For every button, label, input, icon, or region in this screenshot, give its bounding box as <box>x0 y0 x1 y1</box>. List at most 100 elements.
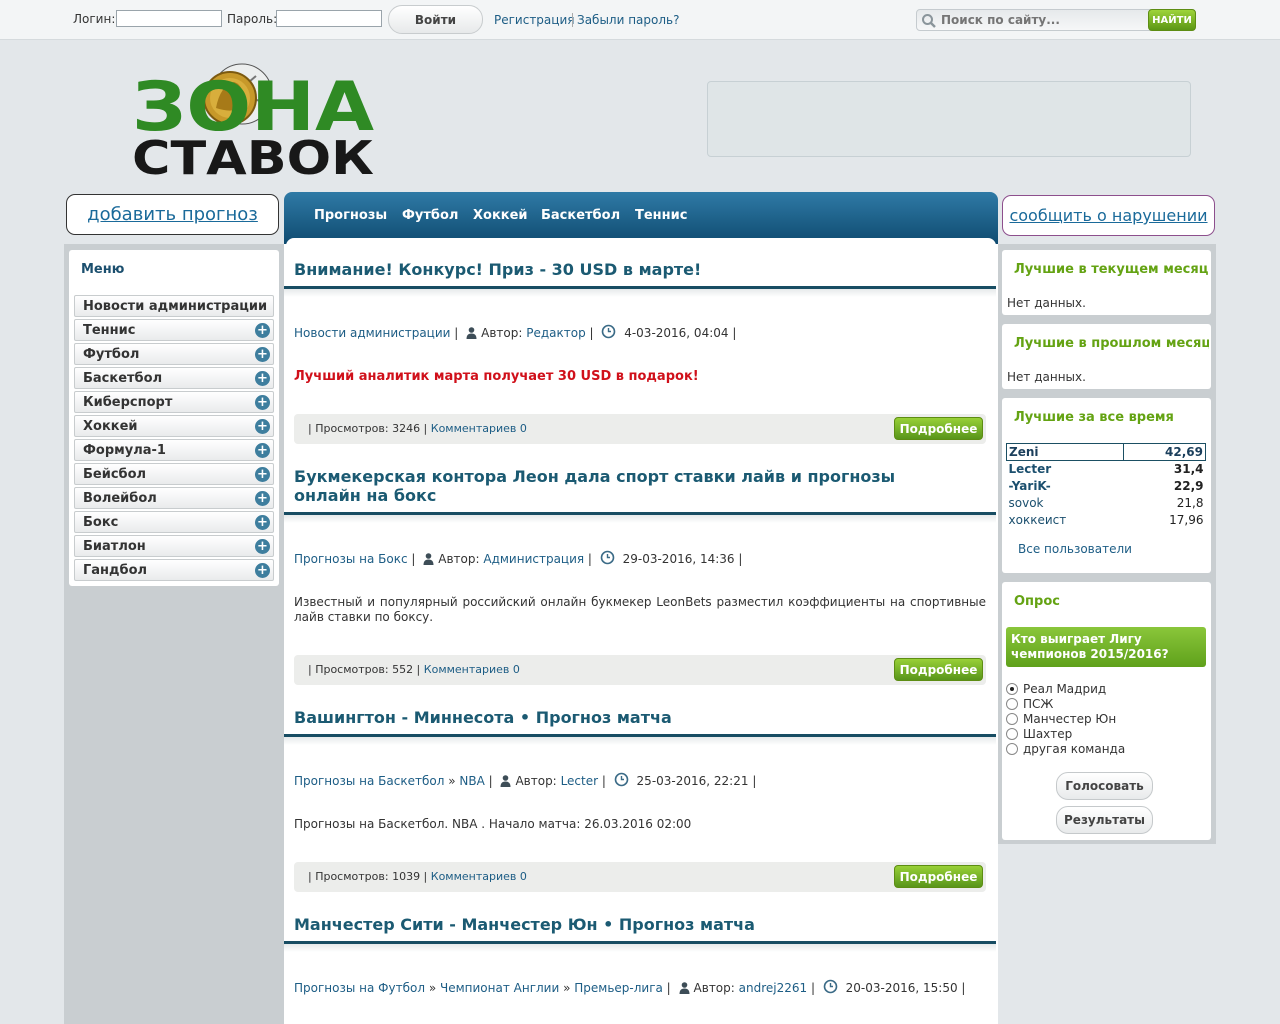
register-link[interactable]: Регистрация <box>494 13 574 27</box>
read-more-button[interactable]: Подробнее <box>894 658 983 681</box>
nav-football[interactable]: Футбол <box>402 208 458 223</box>
menu-item-biathlon[interactable]: Биатлон + <box>74 535 274 557</box>
menu-item-basketball[interactable]: Баскетбол + <box>74 367 274 389</box>
menu-item-football[interactable]: Футбол + <box>74 343 274 365</box>
post-category-link[interactable]: Прогнозы на Баскетбол <box>294 774 444 788</box>
post-title[interactable]: Манчестер Сити - Манчестер Юн • Прогноз … <box>294 915 984 934</box>
expand-icon[interactable]: + <box>255 563 270 578</box>
poll-option-label: Манчестер Юн <box>1023 712 1117 726</box>
nav-hockey[interactable]: Хоккей <box>473 208 528 223</box>
comments-link[interactable]: Комментариев 0 <box>424 663 520 676</box>
author-label: Автор: <box>515 774 557 788</box>
poll-option[interactable]: другая команда <box>1006 742 1125 756</box>
table-row: sovok 21,8 <box>1007 495 1206 512</box>
comments-link[interactable]: Комментариев 0 <box>431 422 527 435</box>
menu-item-boxing[interactable]: Бокс + <box>74 511 274 533</box>
forgot-password-link[interactable]: Забыли пароль? <box>577 13 679 27</box>
expand-icon[interactable]: + <box>255 491 270 506</box>
post-title[interactable]: Внимание! Конкурс! Приз - 30 USD в марте… <box>294 260 984 279</box>
radio-icon[interactable] <box>1006 743 1018 755</box>
post-meta: Прогнозы на Бокс | Автор: Администрация … <box>294 550 743 566</box>
menu-item-tennis[interactable]: Теннис + <box>74 319 274 341</box>
expand-icon[interactable]: + <box>255 347 270 362</box>
radio-icon[interactable] <box>1006 728 1018 740</box>
post-title[interactable]: Букмекерская контора Леон дала спорт ста… <box>294 467 934 505</box>
post-stats: | Просмотров: 552 | Комментариев 0 <box>308 663 520 676</box>
views-count: | Просмотров: 3246 | <box>308 422 428 435</box>
content-area <box>284 244 998 1024</box>
poll-option[interactable]: Манчестер Юн <box>1006 712 1116 726</box>
add-forecast-button[interactable]: добавить прогноз <box>66 194 279 235</box>
menu-item-baseball[interactable]: Бейсбол + <box>74 463 274 485</box>
radio-icon[interactable] <box>1006 698 1018 710</box>
post-subcategory-link[interactable]: Чемпионат Англии <box>440 981 559 995</box>
report-violation-button[interactable]: сообщить о нарушении <box>1002 195 1215 236</box>
menu-item-esports[interactable]: Киберспорт + <box>74 391 274 413</box>
search-button[interactable]: НАЙТИ <box>1148 9 1196 31</box>
expand-icon[interactable]: + <box>255 539 270 554</box>
nav-forecasts[interactable]: Прогнозы <box>314 208 387 223</box>
post-subcategory-link[interactable]: Премьер-лига <box>574 981 663 995</box>
post-category-link[interactable]: Прогнозы на Бокс <box>294 552 408 566</box>
expand-icon[interactable]: + <box>255 467 270 482</box>
radio-icon[interactable] <box>1006 683 1018 695</box>
post-divider-shadow <box>284 289 996 297</box>
table-row: Lecter 31,4 <box>1007 461 1206 478</box>
panel-title: Лучшие в прошлом месяце <box>1014 336 1209 351</box>
menu-item-formula1[interactable]: Формула-1 + <box>74 439 274 461</box>
menu-item-label: Новости администрации <box>83 299 268 314</box>
nav-tennis[interactable]: Теннис <box>635 208 687 223</box>
radio-icon[interactable] <box>1006 713 1018 725</box>
expand-icon[interactable]: + <box>255 395 270 410</box>
leader-score: 21,8 <box>1176 496 1204 510</box>
author-label: Автор: <box>693 981 735 995</box>
post-category-link[interactable]: Новости администрации <box>294 326 450 340</box>
post-category-link[interactable]: Прогнозы на Футбол <box>294 981 425 995</box>
menu-item-admin-news[interactable]: Новости администрации <box>74 295 274 317</box>
best-current-month-panel: Лучшие в текущем месяце Нет данных. <box>1002 250 1211 315</box>
search-input[interactable] <box>941 11 1146 29</box>
post-author-link[interactable]: Администрация <box>483 552 584 566</box>
menu-item-hockey[interactable]: Хоккей + <box>74 415 274 437</box>
all-users-link[interactable]: Все пользователи <box>1018 542 1132 556</box>
read-more-button[interactable]: Подробнее <box>894 865 983 888</box>
leader-score: 22,9 <box>1173 479 1204 493</box>
leader-name[interactable]: sovok <box>1007 495 1124 512</box>
post-author-link[interactable]: Lecter <box>561 774 598 788</box>
post-body: Известный и популярный российский онлайн… <box>294 595 986 624</box>
post-title[interactable]: Вашингтон - Миннесота • Прогноз матча <box>294 708 984 727</box>
expand-icon[interactable]: + <box>255 371 270 386</box>
leader-name[interactable]: Zeni <box>1005 443 1125 461</box>
nav-basketball[interactable]: Баскетбол <box>541 208 620 223</box>
menu-item-volleyball[interactable]: Волейбол + <box>74 487 274 509</box>
no-data-text: Нет данных. <box>1007 370 1086 384</box>
login-button[interactable]: Войти <box>388 5 483 34</box>
site-logo[interactable]: ЗОНА СТАВОК <box>130 58 380 178</box>
expand-icon[interactable]: + <box>255 323 270 338</box>
poll-option[interactable]: ПСЖ <box>1006 697 1053 711</box>
vote-button[interactable]: Голосовать <box>1056 772 1153 800</box>
results-button[interactable]: Результаты <box>1056 806 1153 834</box>
logo-line-2: СТАВОК <box>132 131 374 178</box>
login-input[interactable] <box>116 10 222 27</box>
expand-icon[interactable]: + <box>255 443 270 458</box>
post-author-link[interactable]: Редактор <box>526 326 585 340</box>
nav-bottom-edge <box>286 238 996 248</box>
expand-icon[interactable]: + <box>255 515 270 530</box>
banner-placeholder <box>707 81 1191 157</box>
leader-name[interactable]: Lecter <box>1007 461 1124 478</box>
expand-icon[interactable]: + <box>255 419 270 434</box>
leaderboard-table: Zeni 42,69 Lecter 31,4 -YariK- 22,9 sovok 21… <box>1005 443 1206 529</box>
password-input[interactable] <box>276 10 382 27</box>
top-bar: Логин: Пароль: Войти Регистрация Забыли … <box>0 0 1280 40</box>
menu-item-label: Хоккей <box>83 419 138 434</box>
poll-option[interactable]: Реал Мадрид <box>1006 682 1106 696</box>
leader-name[interactable]: -YariK- <box>1007 478 1124 495</box>
poll-option[interactable]: Шахтер <box>1006 727 1072 741</box>
post-author-link[interactable]: andrej2261 <box>739 981 808 995</box>
read-more-button[interactable]: Подробнее <box>894 417 983 440</box>
post-subcategory-link[interactable]: NBA <box>459 774 484 788</box>
menu-item-handball[interactable]: Гандбол + <box>74 559 274 581</box>
leader-name[interactable]: хоккеист <box>1007 512 1124 529</box>
comments-link[interactable]: Комментариев 0 <box>431 870 527 883</box>
